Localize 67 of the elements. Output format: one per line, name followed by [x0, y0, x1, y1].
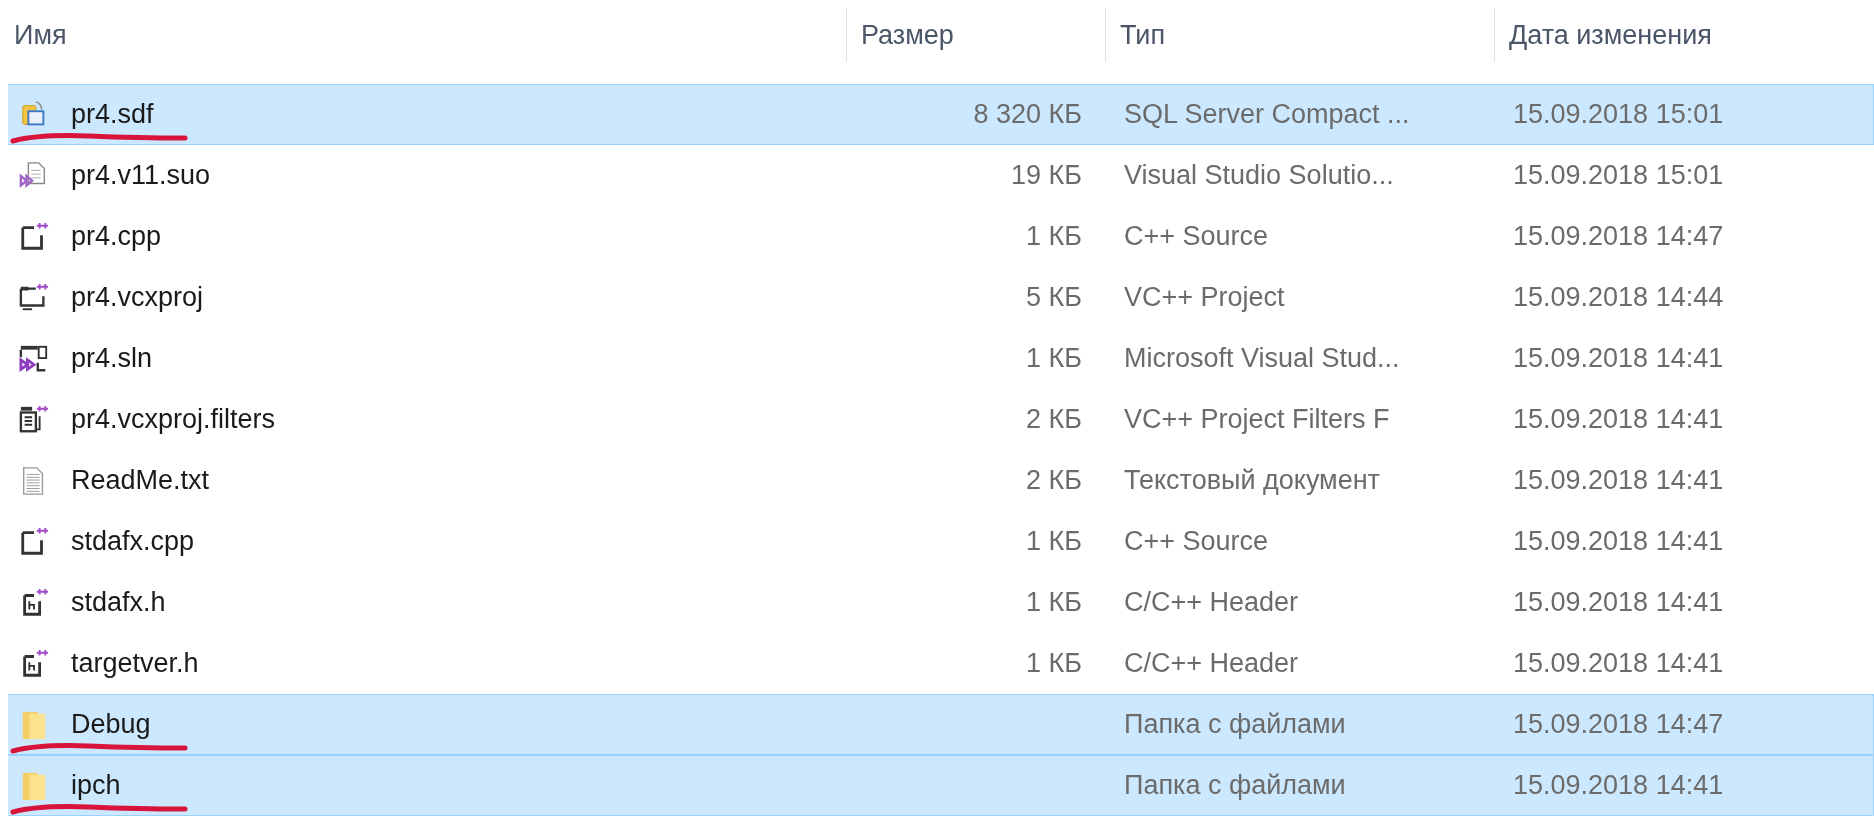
- file-row[interactable]: pr4.vcxproj.filters 2 КБ VC++ Project Filters F 15.09.2018 14:41: [8, 389, 1874, 450]
- file-row[interactable]: pr4.vcxproj 5 КБ VC++ Project 15.09.2018 14:44: [8, 267, 1874, 328]
- file-type: C/C++ Header: [1124, 648, 1299, 679]
- file-name: pr4.sdf: [71, 99, 154, 130]
- file-date: 15.09.2018 14:41: [1513, 465, 1724, 496]
- file-name: pr4.vcxproj: [71, 282, 204, 313]
- file-date: 15.09.2018 14:44: [1513, 282, 1724, 313]
- file-row[interactable]: pr4.sdf 8 320 КБ SQL Server Compact ... 15.09.2018 15:01: [8, 84, 1874, 145]
- file-type: SQL Server Compact ...: [1124, 99, 1410, 130]
- file-date: 15.09.2018 14:41: [1513, 526, 1724, 557]
- file-date: 15.09.2018 14:47: [1513, 709, 1724, 740]
- solution-file-icon: [19, 343, 49, 374]
- file-type: VC++ Project Filters F: [1124, 404, 1390, 435]
- file-size: 8 320 КБ: [973, 99, 1082, 130]
- file-date: 15.09.2018 14:41: [1513, 343, 1724, 374]
- file-row[interactable]: targetver.h 1 КБ C/C++ Header 15.09.2018 14:41: [8, 633, 1874, 694]
- file-name: stdafx.cpp: [71, 526, 195, 557]
- file-date: 15.09.2018 14:41: [1513, 587, 1724, 618]
- file-size: 1 КБ: [1026, 343, 1082, 374]
- file-row[interactable]: Debug Папка с файлами 15.09.2018 14:47: [8, 694, 1874, 755]
- filters-file-icon: [19, 404, 49, 435]
- file-type: C++ Source: [1124, 221, 1269, 252]
- file-size: 19 КБ: [1011, 160, 1082, 191]
- file-size: 1 КБ: [1026, 221, 1082, 252]
- file-row[interactable]: stdafx.cpp 1 КБ C++ Source 15.09.2018 14:41: [8, 511, 1874, 572]
- file-type: VC++ Project: [1124, 282, 1285, 313]
- file-row[interactable]: ReadMe.txt 2 КБ Текстовый документ 15.09.2018 14:41: [8, 450, 1874, 511]
- file-name: ReadMe.txt: [71, 465, 210, 496]
- file-type: C/C++ Header: [1124, 587, 1299, 618]
- file-type: Текстовый документ: [1124, 465, 1380, 496]
- file-name: pr4.cpp: [71, 221, 162, 252]
- file-name: pr4.vcxproj.filters: [71, 404, 276, 435]
- column-header[interactable]: Имя: [14, 19, 67, 51]
- file-date: 15.09.2018 14:41: [1513, 770, 1724, 801]
- file-type: Папка с файлами: [1124, 770, 1346, 801]
- file-name: stdafx.h: [71, 587, 166, 618]
- file-name: pr4.sln: [71, 343, 153, 374]
- file-type: Visual Studio Solutio...: [1124, 160, 1394, 191]
- file-row[interactable]: pr4.cpp 1 КБ C++ Source 15.09.2018 14:47: [8, 206, 1874, 267]
- file-size: 2 КБ: [1026, 465, 1082, 496]
- file-name: Debug: [71, 709, 151, 740]
- file-size: 1 КБ: [1026, 587, 1082, 618]
- file-name: ipch: [71, 770, 121, 801]
- file-date: 15.09.2018 14:47: [1513, 221, 1724, 252]
- column-header[interactable]: Тип: [1120, 19, 1165, 51]
- file-type: C++ Source: [1124, 526, 1269, 557]
- file-row[interactable]: stdafx.h 1 КБ C/C++ Header 15.09.2018 14:41: [8, 572, 1874, 633]
- project-file-icon: [19, 282, 49, 313]
- file-name: pr4.v11.suo: [71, 160, 211, 191]
- column-header[interactable]: Размер: [861, 19, 954, 51]
- file-row[interactable]: pr4.sln 1 КБ Microsoft Visual Stud... 15.09.2018 14:41: [8, 328, 1874, 389]
- file-size: 2 КБ: [1026, 404, 1082, 435]
- cpp-file-icon: [19, 526, 49, 557]
- column-header[interactable]: Дата изменения: [1509, 19, 1712, 51]
- file-type: Microsoft Visual Stud...: [1124, 343, 1400, 374]
- file-size: 5 КБ: [1026, 282, 1082, 313]
- file-name: targetver.h: [71, 648, 199, 679]
- file-date: 15.09.2018 14:41: [1513, 404, 1724, 435]
- file-row[interactable]: pr4.v11.suo 19 КБ Visual Studio Solutio... 15.09.2018 15:01: [8, 145, 1874, 206]
- file-size: 1 КБ: [1026, 648, 1082, 679]
- cpp-file-icon: [19, 221, 49, 252]
- file-date: 15.09.2018 15:01: [1513, 160, 1724, 191]
- file-size: 1 КБ: [1026, 526, 1082, 557]
- file-date: 15.09.2018 14:41: [1513, 648, 1724, 679]
- file-row[interactable]: ipch Папка с файлами 15.09.2018 14:41: [8, 755, 1874, 816]
- file-date: 15.09.2018 15:01: [1513, 99, 1724, 130]
- file-type: Папка с файлами: [1124, 709, 1346, 740]
